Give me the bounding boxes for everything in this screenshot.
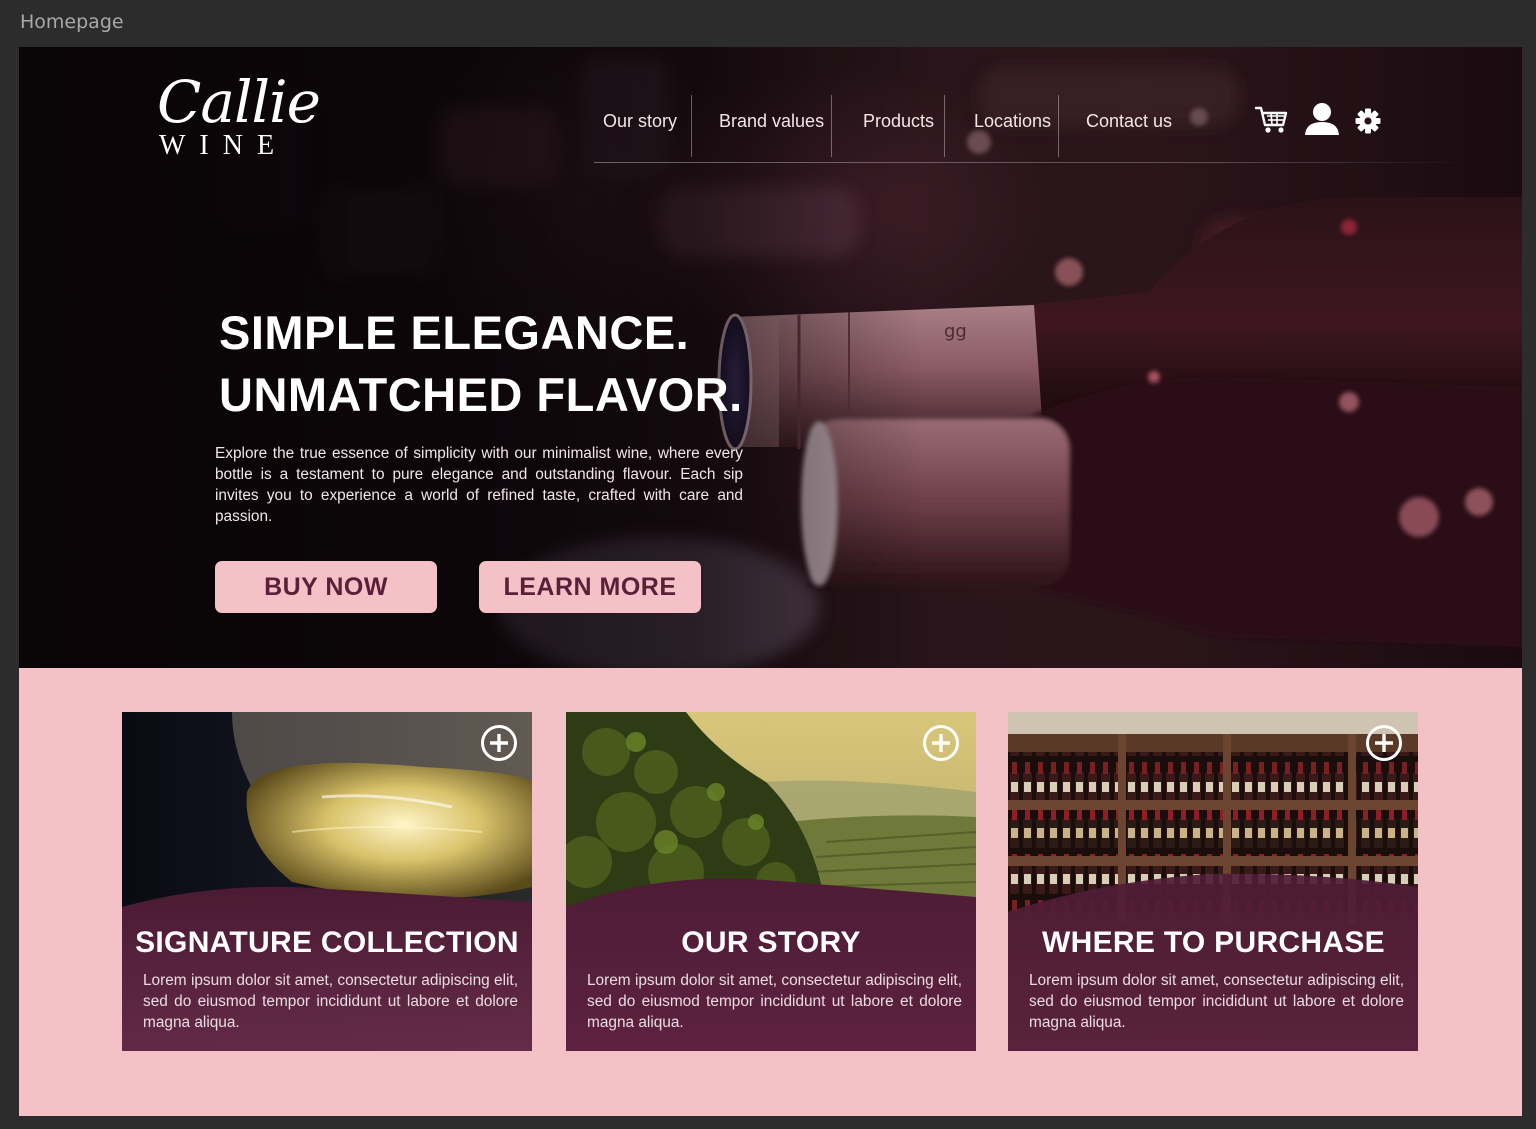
nav-divider xyxy=(691,95,692,157)
user-icon[interactable] xyxy=(1304,102,1340,136)
homepage-canvas: gg Callie WINE xyxy=(19,47,1522,1116)
nav-divider xyxy=(1058,95,1059,157)
card-title: SIGNATURE COLLECTION xyxy=(135,926,519,959)
card-title: OUR STORY xyxy=(681,926,861,959)
plus-circle-icon[interactable] xyxy=(1365,724,1403,762)
hero-title-line-2: UNMATCHED FLAVOR. xyxy=(219,368,743,421)
card-text: Lorem ipsum dolor sit amet, consectetur … xyxy=(587,972,962,1031)
frame-label: Homepage xyxy=(20,11,124,33)
nav-item-our-story[interactable]: Our story xyxy=(603,111,677,141)
card-where-to-purchase[interactable]: WHERE TO PURCHASE Lorem ipsum dolor sit … xyxy=(1008,712,1419,1051)
card-our-story[interactable]: OUR STORY Lorem ipsum dolor sit amet, co… xyxy=(566,712,976,1051)
card-text: Lorem ipsum dolor sit amet, consectetur … xyxy=(1029,972,1404,1031)
buy-now-button[interactable]: BUY NOW xyxy=(215,561,437,613)
card-text: Lorem ipsum dolor sit amet, consectetur … xyxy=(143,972,518,1031)
hero-title-line-1: SIMPLE ELEGANCE. xyxy=(219,306,690,359)
hero-section: gg Callie WINE xyxy=(19,47,1522,668)
card-signature-collection[interactable]: SIGNATURE COLLECTION Lorem ipsum dolor s… xyxy=(122,712,532,1051)
brand-script: Callie xyxy=(157,68,321,136)
hero-description: Explore the true essence of simplicity w… xyxy=(215,445,743,525)
nav-item-contact-us[interactable]: Contact us xyxy=(1086,111,1172,141)
gear-icon[interactable] xyxy=(1355,108,1381,134)
cart-icon[interactable] xyxy=(1255,105,1289,135)
hero-title: SIMPLE ELEGANCE. UNMATCHED FLAVOR. xyxy=(219,302,743,426)
nav-underline xyxy=(594,162,1474,163)
nav-item-brand-values[interactable]: Brand values xyxy=(719,111,824,141)
nav-item-locations[interactable]: Locations xyxy=(974,111,1051,141)
nav-divider xyxy=(944,95,945,157)
learn-more-button[interactable]: LEARN MORE xyxy=(479,561,701,613)
brand-logo[interactable]: Callie WINE xyxy=(157,68,321,161)
plus-circle-icon[interactable] xyxy=(922,724,960,762)
plus-circle-icon[interactable] xyxy=(480,724,518,762)
card-title: WHERE TO PURCHASE xyxy=(1042,926,1385,959)
nav-item-products[interactable]: Products xyxy=(863,111,934,141)
nav-divider xyxy=(831,95,832,157)
